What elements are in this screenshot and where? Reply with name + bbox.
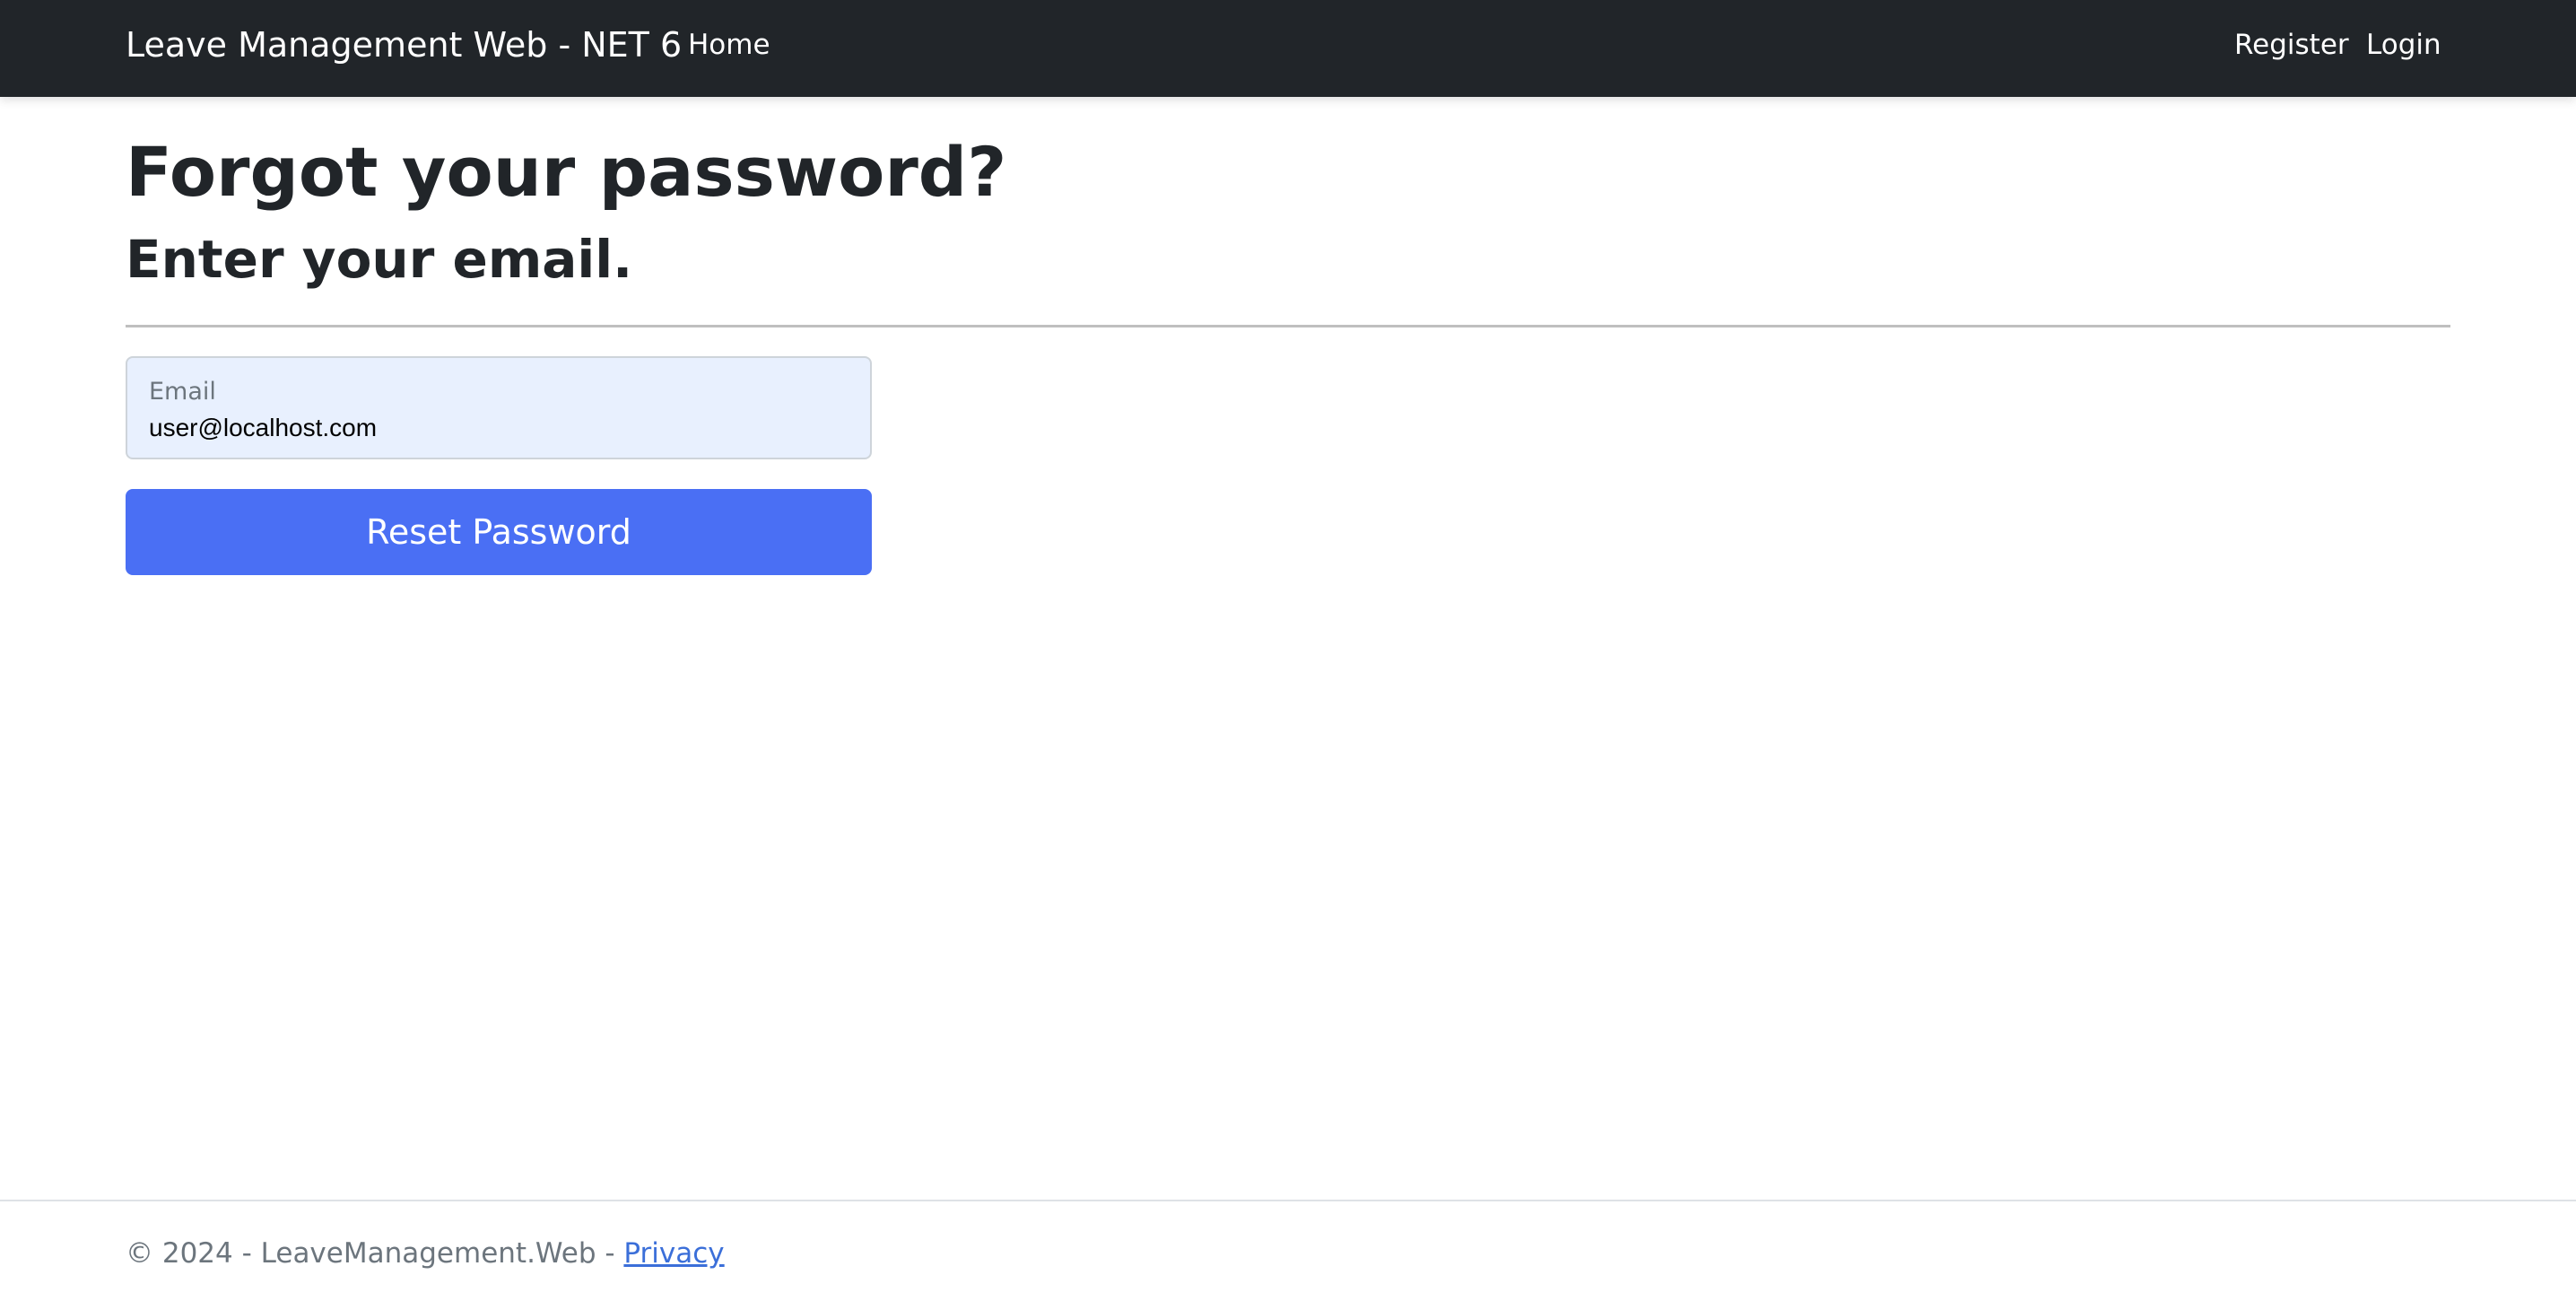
email-field[interactable]: Email xyxy=(126,356,872,459)
privacy-link[interactable]: Privacy xyxy=(623,1237,724,1270)
section-divider xyxy=(126,325,2450,327)
footer-text: © 2024 - LeaveManagement.Web - Privacy xyxy=(126,1237,725,1270)
top-navbar: Leave Management Web - NET 6 Home Regist… xyxy=(0,0,2576,97)
email-input[interactable] xyxy=(149,410,849,446)
page-footer: © 2024 - LeaveManagement.Web - Privacy xyxy=(0,1200,2576,1301)
page-title: Forgot your password? xyxy=(126,132,1007,212)
nav-home-link[interactable]: Home xyxy=(688,29,770,61)
email-label: Email xyxy=(149,378,216,406)
nav-register-link[interactable]: Register xyxy=(2234,29,2349,61)
page-subtitle: Enter your email. xyxy=(126,229,633,290)
footer-copyright: © 2024 - LeaveManagement.Web - xyxy=(126,1237,624,1270)
reset-password-button[interactable]: Reset Password xyxy=(126,489,872,575)
brand-link[interactable]: Leave Management Web - NET 6 xyxy=(126,25,682,65)
nav-login-link[interactable]: Login xyxy=(2366,29,2441,61)
